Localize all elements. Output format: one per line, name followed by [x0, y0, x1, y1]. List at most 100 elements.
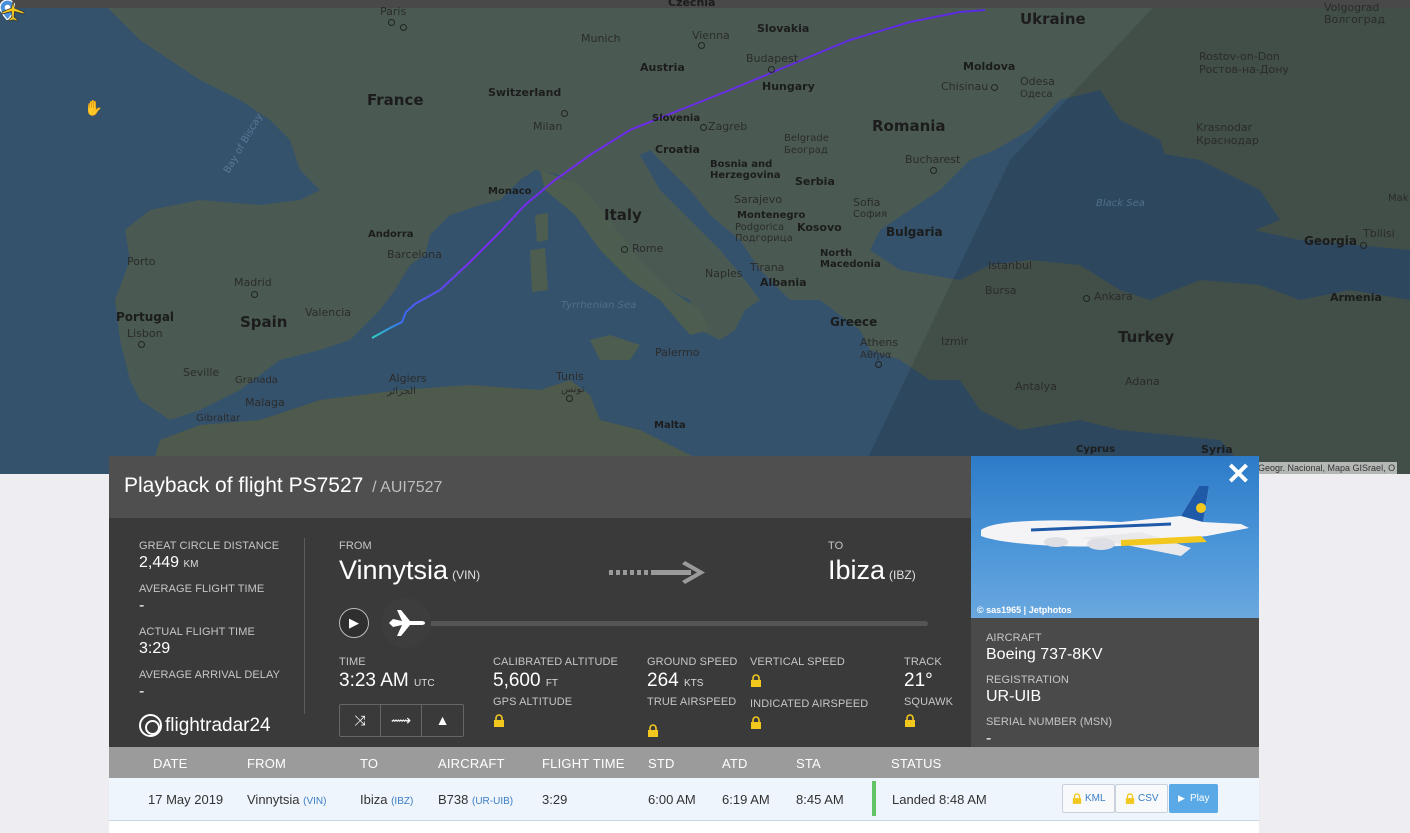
city-dot	[875, 361, 882, 368]
label-vienna: Vienna	[692, 29, 730, 42]
timeline-knob[interactable]	[381, 598, 431, 648]
playback-timeline[interactable]	[384, 621, 928, 626]
label-spain: Spain	[240, 313, 288, 331]
true-airspeed-label: TRUE AIRSPEED	[647, 696, 737, 708]
flight-title: Playback of flight PS7527	[124, 474, 364, 497]
label-switzerland: Switzerland	[488, 86, 562, 99]
col-to: TO	[360, 756, 379, 771]
kml-button[interactable]: KML	[1062, 784, 1115, 813]
label-kosovo: Kosovo	[797, 221, 842, 234]
label-georgia: Georgia	[1304, 234, 1357, 248]
label-algiers-ar: الجزائر	[387, 386, 416, 397]
label-tunis: Tunis	[556, 370, 584, 383]
label-tunis-ar: تونس	[561, 384, 585, 395]
label-krasnodar-cyr: Краснодар	[1196, 134, 1259, 147]
col-status: STATUS	[891, 756, 942, 771]
from-label: FROM	[339, 540, 372, 552]
logo-text: flightradar24	[165, 714, 271, 736]
from-city[interactable]: Vinnytsia (VIN)	[339, 555, 480, 586]
close-icon[interactable]: ✕	[1226, 460, 1251, 490]
stat-value: 2,449 KM	[139, 554, 199, 571]
label-romania: Romania	[872, 117, 946, 135]
airplane-icon	[389, 610, 425, 636]
label-gibraltar: Gibraltar	[196, 413, 241, 424]
cell-from[interactable]: Vinnytsia (VIN)	[247, 792, 326, 807]
label-tirana: Tirana	[750, 261, 785, 274]
stat-value: -	[139, 683, 145, 700]
lock-icon	[751, 716, 761, 729]
label-bursa: Bursa	[985, 284, 1017, 297]
play-button[interactable]: ▶	[339, 608, 369, 638]
to-city[interactable]: Ibiza (IBZ)	[828, 555, 916, 586]
cell-std: 6:00 AM	[648, 792, 696, 807]
label-volgograd-cyr: Волгоград	[1324, 13, 1385, 26]
cell-aircraft[interactable]: B738 (UR-UIB)	[438, 792, 513, 807]
route-from: FROM Vinnytsia (VIN)	[339, 540, 480, 586]
label-bosnia: Bosnia and Herzegovina	[710, 159, 781, 181]
cell-to[interactable]: Ibiza (IBZ)	[360, 792, 413, 807]
city-dot	[700, 124, 707, 131]
route-icon[interactable]: ⟿	[381, 705, 422, 736]
cell-status: Landed 8:48 AM	[892, 792, 987, 807]
label-sofia: Sofia	[853, 196, 881, 209]
label-palermo: Palermo	[655, 346, 700, 359]
altitude-graph-icon[interactable]: ▲	[422, 705, 463, 736]
fit-view-icon[interactable]: ⤨	[340, 705, 381, 736]
label-paris: Paris	[380, 5, 407, 18]
col-sta: STA	[796, 756, 821, 771]
city-dot	[698, 42, 705, 49]
panel-header: Playback of flight PS7527 / AUI7527	[109, 456, 971, 518]
label-bucharest: Bucharest	[905, 153, 961, 166]
aircraft-photo[interactable]: © sas1965 | Jetphotos ✕	[971, 456, 1259, 618]
stat-label: ACTUAL FLIGHT TIME	[139, 626, 255, 638]
label-milan: Milan	[533, 120, 563, 133]
col-aircraft: AIRCRAFT	[438, 756, 505, 771]
view-controls: ⤨ ⟿ ▲	[339, 704, 464, 737]
label-andorra: Andorra	[368, 229, 414, 240]
table-row[interactable]: 17 May 2019 Vinnytsia (VIN) Ibiza (IBZ) …	[109, 778, 1259, 821]
label-monaco: Monaco	[488, 186, 532, 197]
city-dot	[388, 19, 395, 26]
label-austria: Austria	[640, 61, 685, 74]
label-athens: Athens	[860, 336, 899, 349]
stat-label: GREAT CIRCLE DISTANCE	[139, 540, 280, 552]
col-from: FROM	[247, 756, 287, 771]
panel-title: Playback of flight PS7527 / AUI7527	[124, 474, 442, 498]
label-lisbon: Lisbon	[127, 327, 163, 340]
stat-avg-flight-time: AVERAGE FLIGHT TIME -	[139, 583, 309, 626]
label-rostov: Rostov-on-Don	[1199, 50, 1280, 63]
gps-altitude-label: GPS ALTITUDE	[493, 696, 573, 708]
label-tbilisi: Tbilisi	[1363, 227, 1395, 240]
aircraft-info: AIRCRAFT Boeing 737-8KV REGISTRATION UR-…	[971, 618, 1259, 747]
label-tyrrhenian-sea: Tyrrhenian Sea	[561, 300, 637, 311]
label-czechia: Czechia	[668, 0, 716, 9]
label-podgorica-cyr: Подгорица	[735, 233, 793, 244]
label-france: France	[367, 91, 424, 109]
flight-map[interactable]: France Spain Portugal Italy Romania Ukra…	[0, 0, 1410, 474]
label-odesa: Odesa	[1020, 75, 1055, 88]
label-slovenia: Slovenia	[652, 113, 701, 124]
city-dot	[930, 167, 937, 174]
airplane-photo-image	[981, 486, 1249, 556]
stat-actual-flight-time: ACTUAL FLIGHT TIME 3:29	[139, 626, 309, 669]
label-malaga: Malaga	[245, 396, 285, 409]
aircraft-marker-icon[interactable]	[0, 0, 26, 22]
metric-ground-speed: GROUND SPEED 264 KTS TRUE AIRSPEED	[647, 656, 738, 708]
cell-atd: 6:19 AM	[722, 792, 770, 807]
csv-button[interactable]: CSV	[1115, 784, 1168, 813]
stat-value: -	[139, 597, 145, 614]
label-chisinau: Chisinau	[941, 80, 989, 93]
label-odesa-cyr: Одеса	[1020, 89, 1053, 100]
lock-icon	[751, 674, 761, 687]
label-budapest: Budapest	[746, 52, 799, 65]
label-greece: Greece	[830, 315, 878, 329]
flightradar24-logo[interactable]: flightradar24	[139, 714, 271, 737]
label-rostov-cyr: Ростов-на-Дону	[1199, 63, 1289, 76]
label-zagreb: Zagreb	[708, 120, 748, 133]
label-ukraine: Ukraine	[1020, 10, 1086, 28]
play-row-button[interactable]: ▶ Play	[1169, 784, 1219, 813]
playback-panel: Playback of flight PS7527 / AUI7527 GREA…	[109, 456, 1259, 747]
city-dot	[566, 395, 573, 402]
stat-value: 3:29	[139, 640, 171, 657]
label-granada: Granada	[235, 375, 278, 386]
